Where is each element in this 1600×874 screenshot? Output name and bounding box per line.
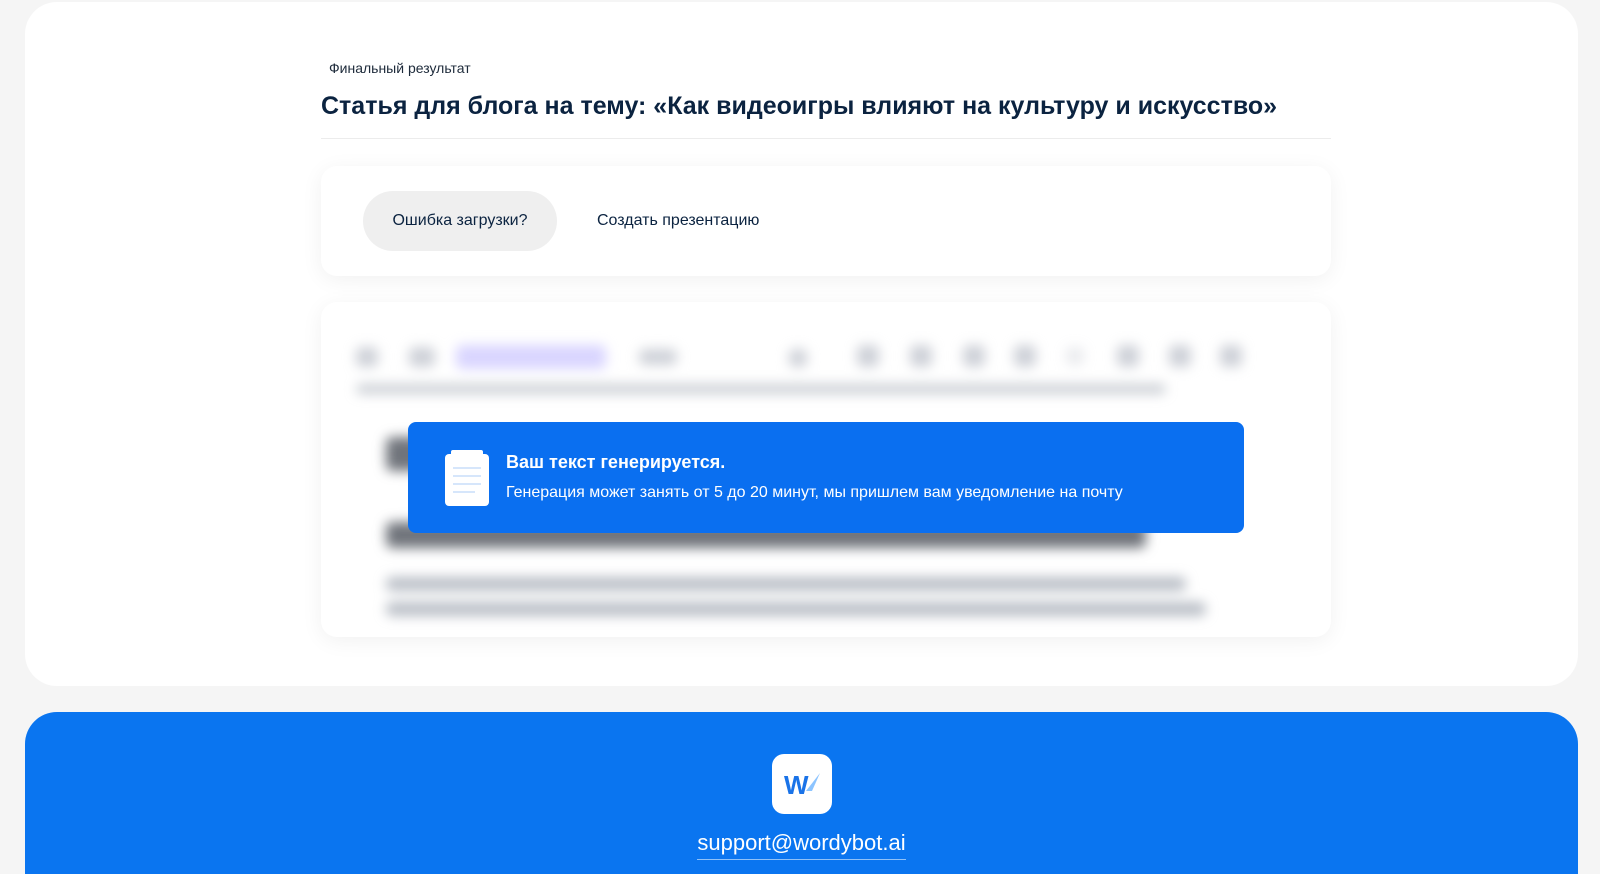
logo-letter: W [784,770,809,799]
toolbar-font-size [639,349,677,365]
page-title: Статья для блога на тему: «Как видеоигры… [321,92,1278,120]
generation-notice: Ваш текст генерируется. Генерация может … [408,422,1244,533]
notice-subtitle: Генерация может занять от 5 до 20 минут,… [506,484,1123,501]
toolbar-more-icon [1220,345,1242,367]
toolbar-bold-icon [789,349,807,367]
wordybot-logo[interactable]: W [772,754,832,814]
toolbar-italic-icon [857,345,879,367]
blurred-paragraph-line [386,602,1206,616]
blurred-paragraph-line [386,577,1186,591]
toolbar-quote-icon [1066,347,1084,365]
title-divider [321,138,1331,139]
footer: W support@wordybot.ai [25,712,1578,874]
main-card: Финальный результат Статья для блога на … [25,2,1578,686]
actions-card: Ошибка загрузки? Создать презентацию [321,166,1331,276]
wordybot-logo-icon: W [784,770,820,799]
toolbar-link-icon [1117,345,1139,367]
toolbar-strike-icon [963,345,985,367]
toolbar-redo-icon [409,347,435,367]
toolbar-undo-icon [356,347,378,367]
editor-preview: Ваш текст генерируется. Генерация может … [321,302,1331,637]
toolbar-underline-icon [910,345,932,367]
create-presentation-button[interactable]: Создать презентацию [587,191,769,251]
support-email-link[interactable]: support@wordybot.ai [697,830,906,860]
toolbar-scrollbar [356,384,1166,394]
result-eyebrow: Финальный результат [329,60,471,76]
footer-email-wrap: support@wordybot.ai [25,830,1578,860]
toolbar-image-icon [1169,345,1191,367]
clipboard-icon [445,450,489,506]
toolbar-style-select [456,345,606,369]
toolbar-list-icon [1014,345,1036,367]
notice-title: Ваш текст генерируется. [506,452,726,472]
upload-error-button[interactable]: Ошибка загрузки? [363,191,557,251]
